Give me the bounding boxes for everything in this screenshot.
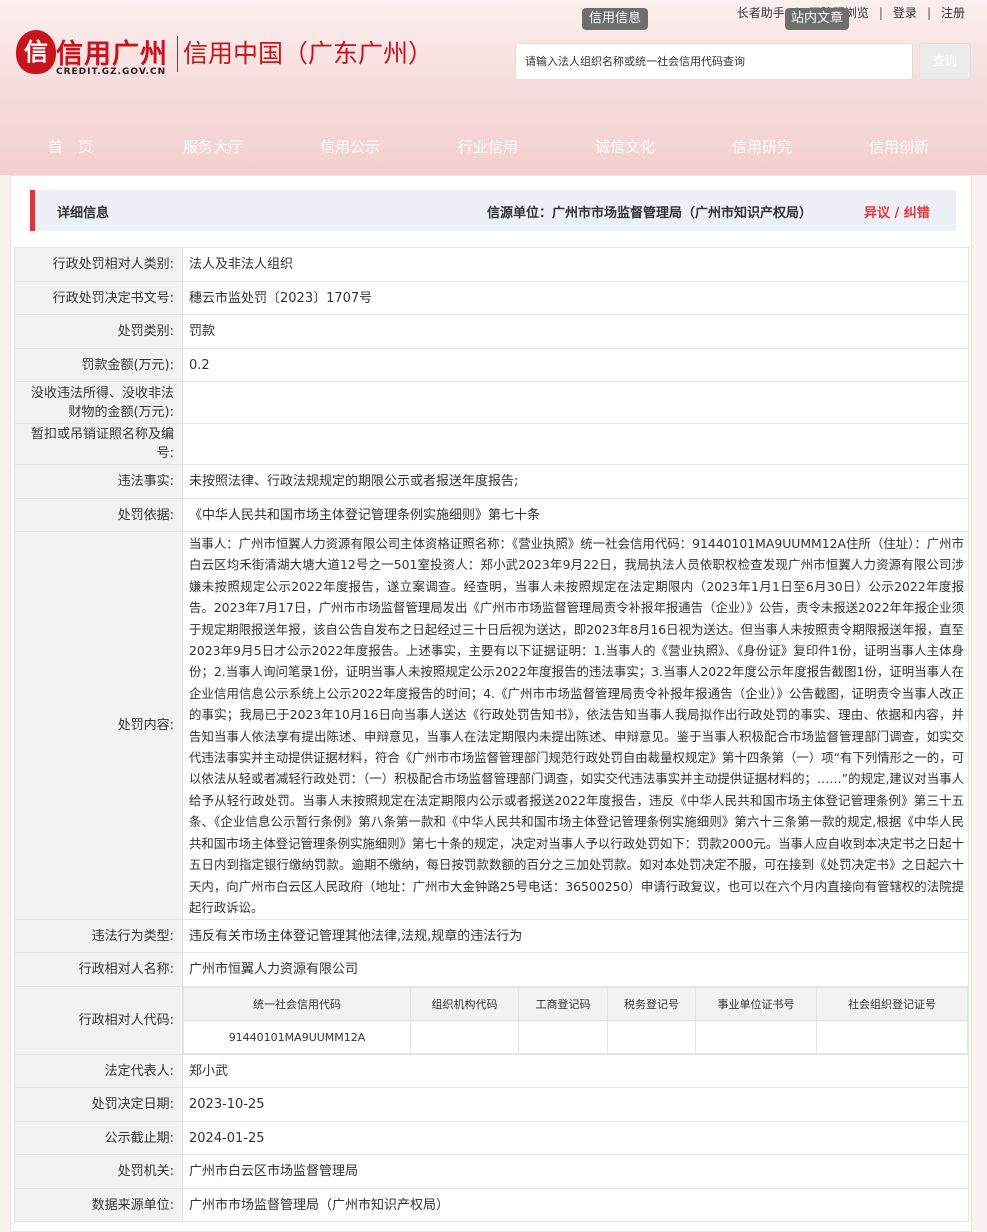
party-code-table: 统一社会信用代码 组织机构代码 工商登记码 税务登记号 事业单位证书号 社会组织… <box>183 987 968 1055</box>
table-row: 没收违法所得、没收非法财物的金额(万元): <box>14 381 969 424</box>
site-subtitle: 信用中国（广东广州） <box>183 39 434 68</box>
nav-item-credit-innovation[interactable]: 信用创新 <box>869 136 929 157</box>
field-value: 2023-10-25 <box>182 1087 969 1123</box>
field-value: 0.2 <box>182 348 969 382</box>
field-value: 《中华人民共和国市场主体登记管理条例实施细则》第七十条 <box>182 498 969 532</box>
party-code-cell: 统一社会信用代码 组织机构代码 工商登记码 税务登记号 事业单位证书号 社会组织… <box>182 986 969 1056</box>
field-label: 处罚类别: <box>14 314 183 349</box>
table-row: 处罚依据: 《中华人民共和国市场主体登记管理条例实施细则》第七十条 <box>14 498 969 532</box>
field-value: 穗云市监处罚〔2023〕1707号 <box>182 281 969 315</box>
detail-source: 信源单位：广州市市场监督管理局（广州市知识产权局） <box>487 206 813 221</box>
nav-item-industry-credit[interactable]: 行业信用 <box>458 136 518 157</box>
table-row: 处罚机关: 广州市白云区市场监督管理局 <box>14 1154 969 1190</box>
main-nav: 首 页 服务大厅 信用公示 行业信用 诚信文化 信用研究 信用创新 <box>0 136 987 160</box>
logo-domain: CREDIT.GZ.GOV.CN <box>56 67 167 77</box>
objection-link[interactable]: 异议 / 纠错 <box>864 202 930 221</box>
field-label: 违法行为类型: <box>14 919 183 954</box>
table-row: 处罚内容: 当事人：广州市恒翼人力资源有限公司主体资格证照名称：《营业执照》统一… <box>14 530 969 921</box>
field-label: 没收违法所得、没收非法财物的金额(万元): <box>14 381 183 424</box>
nav-item-integrity-culture[interactable]: 诚信文化 <box>595 136 655 157</box>
nav-item-home[interactable]: 首 页 <box>48 136 93 157</box>
code-header-row: 统一社会信用代码 组织机构代码 工商登记码 税务登记号 事业单位证书号 社会组织… <box>183 987 968 1022</box>
field-label: 法定代表人: <box>14 1054 183 1089</box>
field-label: 行政相对人名称: <box>14 952 183 988</box>
field-value: 未按照法律、行政法规规定的期限公示或者报送年度报告; <box>182 464 969 499</box>
tab-credit-info[interactable]: 信用信息 <box>582 8 648 30</box>
penalty-detail-table: 行政处罚相对人类别: 法人及非法人组织 行政处罚决定书文号: 穗云市监处罚〔20… <box>14 247 969 1223</box>
tab-site-article[interactable]: 站内文章 <box>785 8 849 30</box>
search-button[interactable]: 查询 <box>919 43 971 80</box>
code-header: 组织机构代码 <box>410 987 519 1022</box>
field-label: 违法事实: <box>14 464 183 499</box>
field-value: 广州市市场监督管理局（广州市知识产权局） <box>182 1188 969 1223</box>
table-row: 公示截止期: 2024-01-25 <box>14 1121 969 1156</box>
elder-assist-link[interactable]: 长者助手 <box>731 6 791 20</box>
code-value <box>695 1020 817 1055</box>
site-logo[interactable]: 信 信用广州 CREDIT.GZ.GOV.CN <box>16 30 176 80</box>
code-header: 统一社会信用代码 <box>183 987 411 1022</box>
field-label: 行政处罚相对人类别: <box>14 247 183 282</box>
search-input[interactable]: 请输入法人组织名称或统一社会信用代码查询 <box>515 43 913 80</box>
field-value: 广州市恒翼人力资源有限公司 <box>182 952 969 988</box>
table-row: 行政相对人名称: 广州市恒翼人力资源有限公司 <box>14 952 969 988</box>
field-value <box>182 423 969 465</box>
code-header: 税务登记号 <box>607 987 696 1022</box>
field-label: 处罚依据: <box>14 498 183 532</box>
table-row: 处罚类别: 罚款 <box>14 314 969 349</box>
code-value: 91440101MA9UUMM12A <box>183 1020 411 1055</box>
table-row: 罚款金额(万元): 0.2 <box>14 348 969 382</box>
table-row: 违法行为类型: 违反有关市场主体登记管理其他法律,法规,规章的违法行为 <box>14 919 969 954</box>
field-label: 数据来源单位: <box>14 1188 183 1223</box>
nav-item-service-hall[interactable]: 服务大厅 <box>183 136 243 157</box>
table-row: 法定代表人: 郑小武 <box>14 1054 969 1089</box>
field-value: 法人及非法人组织 <box>182 247 969 282</box>
code-value <box>410 1020 519 1055</box>
field-value: 罚款 <box>182 314 969 349</box>
logo-divider <box>177 36 178 72</box>
code-value <box>816 1020 968 1055</box>
field-value: 2024-01-25 <box>182 1121 969 1156</box>
code-header: 工商登记码 <box>518 987 608 1022</box>
table-row: 暂扣或吊销证照名称及编号: <box>14 423 969 465</box>
nav-item-credit-publicity[interactable]: 信用公示 <box>320 136 380 157</box>
field-label: 处罚决定日期: <box>14 1087 183 1123</box>
field-label: 处罚内容: <box>14 530 183 921</box>
code-value <box>518 1020 608 1055</box>
top-links-separator: | <box>926 6 931 20</box>
table-row: 处罚决定日期: 2023-10-25 <box>14 1087 969 1123</box>
field-label: 暂扣或吊销证照名称及编号: <box>14 423 183 465</box>
code-header: 社会组织登记证号 <box>816 987 968 1022</box>
detail-title: 详细信息 <box>57 206 110 221</box>
detail-header: 详细信息 信源单位：广州市市场监督管理局（广州市知识产权局） 异议 / 纠错 <box>30 190 956 231</box>
table-row: 数据来源单位: 广州市市场监督管理局（广州市知识产权局） <box>14 1188 969 1223</box>
code-value <box>607 1020 696 1055</box>
field-value: 违反有关市场主体登记管理其他法律,法规,规章的违法行为 <box>182 919 969 954</box>
field-label: 罚款金额(万元): <box>14 348 183 382</box>
nav-item-credit-research[interactable]: 信用研究 <box>732 136 792 157</box>
field-label: 公示截止期: <box>14 1121 183 1156</box>
login-link[interactable]: 登录 <box>887 6 923 20</box>
top-links-separator: | <box>878 6 883 20</box>
table-row: 行政相对人代码: 统一社会信用代码 组织机构代码 工商登记码 税务登记号 事业单… <box>14 986 969 1056</box>
field-value <box>182 381 969 424</box>
field-label: 行政相对人代码: <box>14 986 183 1056</box>
code-value-row: 91440101MA9UUMM12A <box>183 1020 968 1055</box>
table-row: 行政处罚相对人类别: 法人及非法人组织 <box>14 247 969 282</box>
register-link[interactable]: 注册 <box>935 6 971 20</box>
logo-seal-icon: 信 <box>16 30 56 74</box>
top-links: 长者助手|无障碍浏览|登录|注册 <box>731 4 971 21</box>
field-label: 行政处罚决定书文号: <box>14 281 183 315</box>
table-row: 行政处罚决定书文号: 穗云市监处罚〔2023〕1707号 <box>14 281 969 315</box>
code-header: 事业单位证书号 <box>695 987 817 1022</box>
field-label: 处罚机关: <box>14 1154 183 1190</box>
logo-title: 信用广州 <box>56 39 168 70</box>
penalty-content-text: 当事人：广州市恒翼人力资源有限公司主体资格证照名称：《营业执照》统一社会信用代码… <box>182 530 969 921</box>
table-row: 违法事实: 未按照法律、行政法规规定的期限公示或者报送年度报告; <box>14 464 969 499</box>
field-value: 郑小武 <box>182 1054 969 1089</box>
field-value: 广州市白云区市场监督管理局 <box>182 1154 969 1190</box>
